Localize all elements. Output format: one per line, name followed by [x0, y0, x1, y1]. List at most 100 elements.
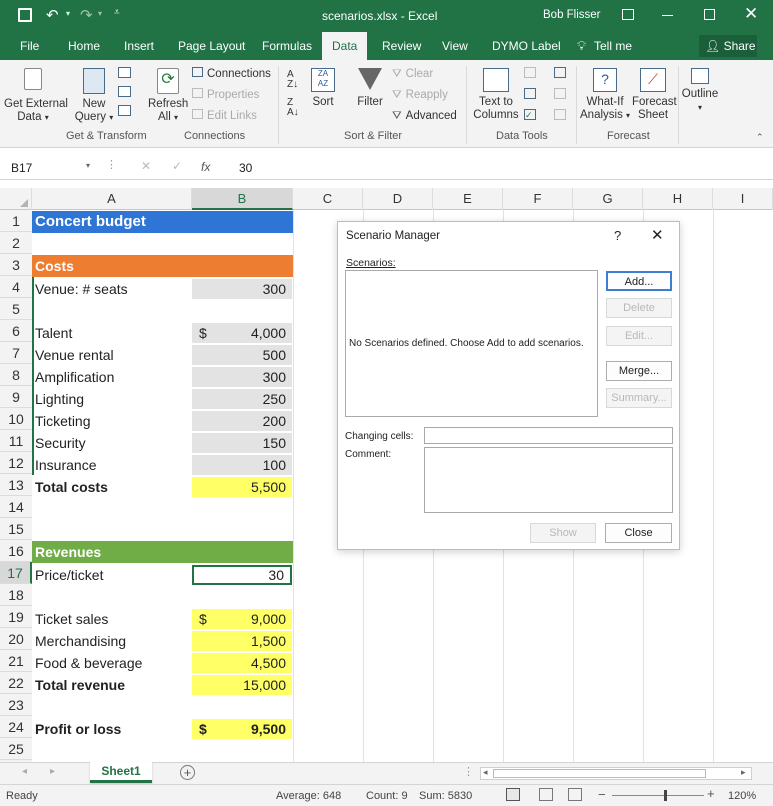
properties-button[interactable]: Properties	[192, 88, 259, 102]
help-icon[interactable]: ?	[614, 228, 621, 243]
row-header[interactable]: 15	[0, 518, 32, 540]
scroll-left-icon[interactable]: ◂	[22, 766, 27, 777]
refresh-all-button[interactable]: ⟳ Refresh All ▾	[148, 68, 188, 124]
tab-dymo-label[interactable]: DYMO Label	[492, 32, 561, 60]
name-box[interactable]: B17	[11, 161, 32, 175]
row-header[interactable]: 11	[0, 430, 32, 452]
zoom-in-icon[interactable]: +	[707, 786, 715, 801]
column-header-a[interactable]: A	[32, 188, 192, 210]
row-header[interactable]: 13	[0, 474, 32, 496]
row-header[interactable]: 3	[0, 254, 32, 276]
row-header[interactable]: 16	[0, 540, 32, 562]
consolidate-icon[interactable]	[554, 67, 566, 78]
delete-button[interactable]: Delete	[606, 298, 672, 318]
tell-me-box[interactable]: Tell me	[594, 32, 632, 60]
comment-textarea[interactable]	[424, 447, 673, 513]
manage-data-model-icon[interactable]	[554, 109, 566, 120]
tab-insert[interactable]: Insert	[124, 32, 154, 60]
insert-function-icon[interactable]: fx	[201, 160, 210, 174]
reapply-button[interactable]: ⛛ Reapply	[392, 88, 448, 102]
advanced-button[interactable]: ⛛ Advanced	[392, 109, 457, 123]
row-header[interactable]: 5	[0, 298, 32, 320]
undo-dropdown-icon[interactable]: ▾	[66, 9, 70, 18]
edit-links-button[interactable]: Edit Links	[192, 109, 257, 123]
redo-icon[interactable]: ↷	[80, 6, 93, 24]
what-if-analysis-button[interactable]: ? What-If Analysis ▾	[580, 68, 630, 122]
new-query-button[interactable]: New Query ▾	[74, 68, 114, 124]
column-header-c[interactable]: C	[293, 188, 363, 210]
flash-fill-icon[interactable]	[524, 67, 536, 78]
changing-cells-input[interactable]	[424, 427, 673, 444]
column-header-h[interactable]: H	[643, 188, 713, 210]
tab-view[interactable]: View	[442, 32, 468, 60]
text-to-columns-button[interactable]: Text to Columns	[470, 68, 522, 122]
page-layout-view-icon[interactable]	[539, 788, 553, 801]
horizontal-scrollbar[interactable]: ◂ ▸	[480, 767, 752, 780]
cell-costs-header[interactable]: Costs	[32, 255, 292, 277]
save-icon[interactable]	[18, 8, 32, 22]
zoom-level[interactable]: 120%	[728, 790, 756, 802]
filter-button[interactable]: Filter	[352, 68, 388, 109]
tab-data[interactable]: Data	[322, 32, 368, 60]
formula-input[interactable]: 30	[239, 161, 252, 175]
column-header-d[interactable]: D	[363, 188, 433, 210]
row-header[interactable]: 9	[0, 386, 32, 408]
tab-home[interactable]: Home	[68, 32, 100, 60]
row-header[interactable]: 19	[0, 606, 32, 628]
cancel-icon[interactable]: ✕	[141, 159, 151, 173]
close-button[interactable]: Close	[605, 523, 672, 543]
minimize-icon[interactable]	[662, 15, 673, 16]
add-sheet-icon[interactable]: +	[180, 765, 195, 780]
zoom-out-icon[interactable]: −	[598, 787, 606, 802]
row-header[interactable]: 7	[0, 342, 32, 364]
column-header-f[interactable]: F	[503, 188, 573, 210]
close-window-icon[interactable]: ✕	[744, 4, 758, 24]
data-validation-icon[interactable]: ✓	[524, 109, 536, 120]
row-header[interactable]: 25	[0, 738, 32, 760]
cell-talent-value[interactable]: $4,000	[192, 323, 292, 343]
cell-revenues-header[interactable]: Revenues	[32, 541, 292, 563]
enter-icon[interactable]: ✓	[172, 159, 182, 173]
from-table-icon[interactable]	[118, 86, 131, 97]
undo-icon[interactable]: ↶	[46, 6, 59, 24]
row-header[interactable]: 8	[0, 364, 32, 386]
edit-button[interactable]: Edit...	[606, 326, 672, 346]
relationships-icon[interactable]	[554, 88, 566, 99]
row-header[interactable]: 22	[0, 672, 32, 694]
row-header[interactable]: 2	[0, 232, 32, 254]
cell-total-costs-value[interactable]: 5,500	[192, 477, 292, 497]
connections-button[interactable]: Connections	[192, 67, 271, 81]
column-header-g[interactable]: G	[573, 188, 643, 210]
get-external-data-button[interactable]: Get External Data ▾	[4, 68, 68, 124]
row-header[interactable]: 6	[0, 320, 32, 342]
sheet-tab-sheet1[interactable]: Sheet1	[90, 762, 152, 783]
summary-button[interactable]: Summary...	[606, 388, 672, 408]
cell-venue-seats-value[interactable]: 300	[192, 279, 292, 299]
cell-title[interactable]: Concert budget	[32, 211, 292, 233]
customize-qat-icon[interactable]: ⩡	[114, 7, 120, 18]
row-header[interactable]: 24	[0, 716, 32, 738]
row-header[interactable]: 23	[0, 694, 32, 716]
cell-insurance-value[interactable]: 100	[192, 455, 292, 475]
zoom-slider[interactable]	[612, 790, 704, 801]
remove-duplicates-icon[interactable]	[524, 88, 536, 99]
cell-venue-rental-value[interactable]: 500	[192, 345, 292, 365]
cell-total-revenue-value[interactable]: 15,000	[192, 675, 292, 695]
name-box-dropdown-icon[interactable]: ▾	[86, 161, 90, 170]
show-button[interactable]: Show	[530, 523, 596, 543]
column-header-b[interactable]: B	[192, 188, 293, 210]
cell-food-beverage-value[interactable]: 4,500	[192, 653, 292, 673]
column-header-i[interactable]: I	[713, 188, 773, 210]
row-header[interactable]: 18	[0, 584, 32, 606]
forecast-sheet-button[interactable]: ⟋ Forecast Sheet	[632, 68, 677, 122]
scroll-right-arrow-icon[interactable]: ▸	[741, 767, 746, 778]
sort-button[interactable]: ZA AZ Sort	[306, 68, 340, 109]
scroll-thumb[interactable]	[493, 769, 706, 778]
column-header-e[interactable]: E	[433, 188, 503, 210]
row-header[interactable]: 12	[0, 452, 32, 474]
cell-merchandising-value[interactable]: 1,500	[192, 631, 292, 651]
cell-security-value[interactable]: 150	[192, 433, 292, 453]
scenarios-list[interactable]: No Scenarios defined. Choose Add to add …	[345, 270, 598, 417]
cell-ticket-sales-value[interactable]: $9,000	[192, 609, 292, 629]
tab-page-layout[interactable]: Page Layout	[178, 32, 245, 60]
